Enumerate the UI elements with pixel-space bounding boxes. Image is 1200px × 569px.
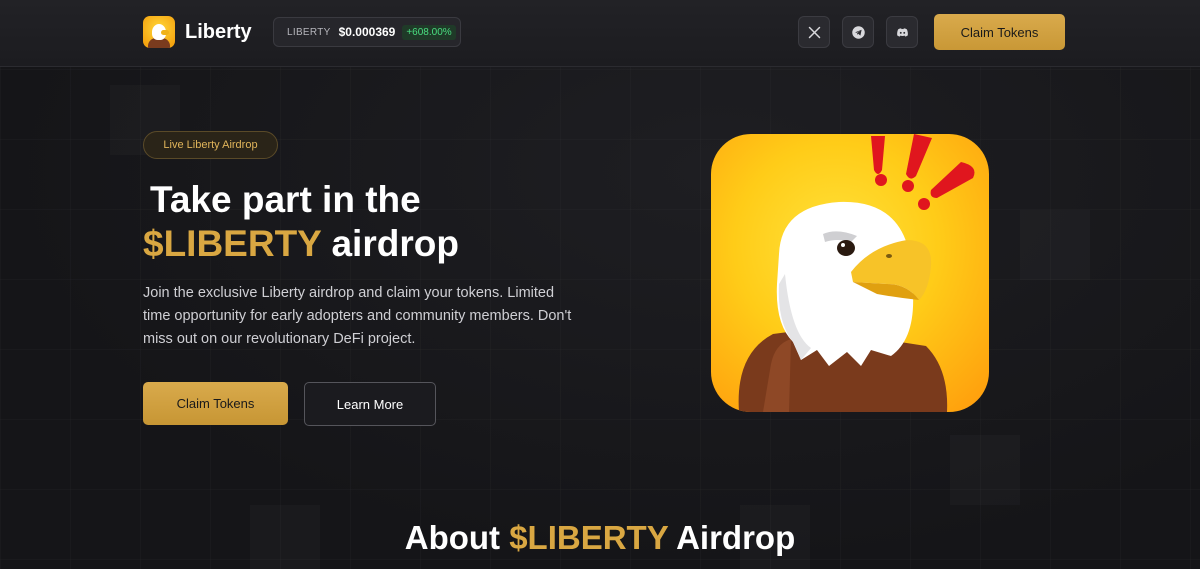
discord-icon xyxy=(896,27,908,37)
header-claim-tokens-button[interactable]: Claim Tokens xyxy=(934,14,1065,50)
hero-title-highlight: $LIBERTY xyxy=(143,223,322,264)
eagle-mascot-image xyxy=(711,134,989,412)
telegram-icon xyxy=(851,25,865,39)
eagle-mascot-icon xyxy=(738,134,975,412)
hero-title-line1: Take part in the xyxy=(150,179,421,220)
background-tile xyxy=(1020,210,1090,280)
x-link[interactable] xyxy=(798,16,830,48)
ticker-change-badge: +608.00% xyxy=(402,24,456,40)
ticker-symbol: LIBERTY xyxy=(287,26,331,38)
logo[interactable]: Liberty xyxy=(143,16,252,48)
discord-link[interactable] xyxy=(886,16,918,48)
hero-description: Join the exclusive Liberty airdrop and c… xyxy=(143,285,572,347)
about-title-highlight: $LIBERTY xyxy=(509,519,669,556)
about-title-suffix: Airdrop xyxy=(676,519,796,556)
site-header: Liberty LIBERTY $0.000369 +608.00% Claim… xyxy=(0,0,1200,67)
about-title-prefix: About xyxy=(404,519,501,556)
hero-title: Take part in the $LIBERTY airdrop xyxy=(143,178,663,266)
ticker-price: $0.000369 xyxy=(338,25,396,39)
telegram-link[interactable] xyxy=(842,16,874,48)
x-icon xyxy=(808,26,820,38)
logo-text: Liberty xyxy=(185,20,252,43)
hero-title-rest: airdrop xyxy=(331,223,459,264)
about-section-title: About $LIBERTY Airdrop xyxy=(0,519,1200,557)
claim-tokens-button[interactable]: Claim Tokens xyxy=(143,382,288,425)
price-ticker: LIBERTY $0.000369 +608.00% xyxy=(273,17,461,47)
background-tile xyxy=(950,435,1020,505)
eagle-logo-icon xyxy=(143,16,175,48)
live-airdrop-badge: Live Liberty Airdrop xyxy=(143,131,278,159)
learn-more-button[interactable]: Learn More xyxy=(304,382,436,426)
